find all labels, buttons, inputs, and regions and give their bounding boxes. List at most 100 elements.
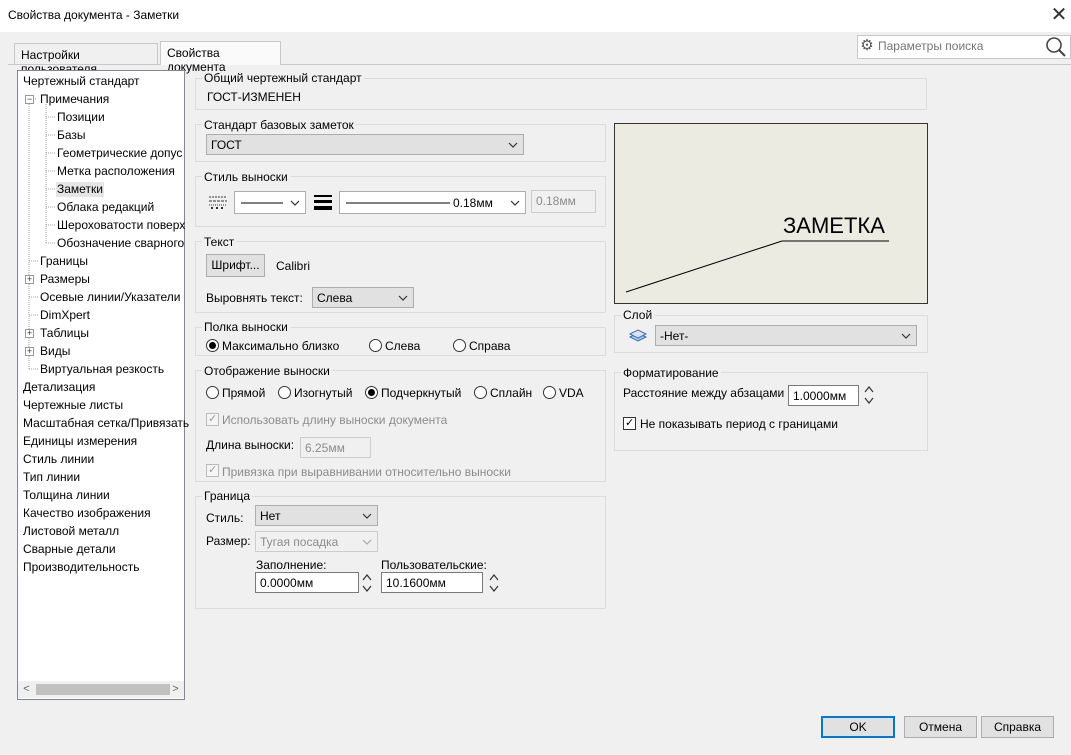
fill-spinner-icon[interactable] bbox=[361, 572, 373, 594]
layer-select[interactable]: -Нет- bbox=[655, 325, 917, 346]
layers-icon bbox=[628, 329, 648, 342]
checkbox-hide-period[interactable]: ✓ bbox=[623, 417, 636, 430]
tree-item-virtual-sharps[interactable]: Виртуальная резкость bbox=[40, 362, 164, 377]
checkbox-use-doc-length[interactable]: ✓ bbox=[206, 413, 219, 426]
tree-item-image-quality[interactable]: Качество изображения bbox=[23, 506, 151, 521]
custom-label: Пользовательские: bbox=[381, 558, 487, 572]
radio-spline-label: Сплайн bbox=[490, 386, 533, 400]
tree-item-surface-finishes[interactable]: Шероховатости поверх bbox=[57, 218, 185, 233]
leader-length-field[interactable]: 6.25мм bbox=[300, 437, 371, 458]
scroll-right-icon[interactable]: > bbox=[167, 681, 184, 698]
tree-item-line-thickness[interactable]: Толщина линии bbox=[23, 488, 110, 503]
ok-button[interactable]: OK bbox=[821, 716, 895, 738]
radio-bent-label: Изогнутый bbox=[294, 386, 353, 400]
checkmark-icon: ✓ bbox=[208, 464, 218, 476]
collapse-icon[interactable]: − bbox=[25, 95, 34, 104]
line-style-select[interactable] bbox=[234, 191, 306, 214]
tree-item-centerlines[interactable]: Осевые линии/Указатели bbox=[40, 290, 180, 305]
gear-icon[interactable]: ⚙ bbox=[858, 36, 876, 56]
note-preview: ЗАМЕТКА bbox=[614, 123, 928, 304]
radio-bent[interactable] bbox=[278, 386, 291, 399]
tree-item-borders[interactable]: Границы bbox=[40, 254, 88, 269]
custom-spinner-icon[interactable] bbox=[488, 572, 500, 594]
radio-shelf-closest[interactable] bbox=[206, 339, 219, 352]
border-label: Граница bbox=[202, 489, 253, 503]
solid-line-icon bbox=[241, 202, 283, 204]
fill-label: Заполнение: bbox=[256, 558, 327, 572]
tree-item-tables[interactable]: Таблицы bbox=[40, 326, 89, 341]
spacing-spinner-icon[interactable] bbox=[863, 384, 875, 406]
line-style-icon bbox=[209, 196, 227, 209]
tab-user-settings[interactable]: Настройки пользователя bbox=[14, 43, 158, 76]
radio-underlined[interactable] bbox=[365, 386, 378, 399]
checkmark-icon: ✓ bbox=[208, 413, 218, 425]
help-button[interactable]: Справка bbox=[981, 716, 1054, 738]
fill-field[interactable]: 0.0000мм bbox=[255, 572, 359, 593]
border-size-label: Размер: bbox=[206, 534, 251, 548]
border-style-value: Нет bbox=[260, 509, 281, 523]
tree-item-annotations[interactable]: Примечания bbox=[40, 92, 109, 107]
tree-item-line-font[interactable]: Тип линии bbox=[23, 470, 80, 485]
scrollbar-thumb[interactable] bbox=[36, 684, 170, 695]
tree-item-performance[interactable]: Производительность bbox=[23, 560, 139, 575]
tree-item-gtol[interactable]: Геометрические допус bbox=[57, 146, 182, 161]
tree-item-dimensions[interactable]: Размеры bbox=[40, 272, 90, 287]
tree-item-datums[interactable]: Базы bbox=[57, 128, 86, 143]
tree-item-drawing-sheets[interactable]: Чертежные листы bbox=[23, 398, 123, 413]
base-standard-value: ГОСТ bbox=[211, 138, 242, 152]
tree-item-sheet-metal[interactable]: Листовой металл bbox=[23, 524, 119, 539]
tree-item-views[interactable]: Виды bbox=[40, 344, 70, 359]
hide-period-label: Не показывать период с границами bbox=[640, 417, 838, 431]
border-style-label: Стиль: bbox=[206, 511, 244, 525]
font-button[interactable]: Шрифт... bbox=[206, 254, 265, 277]
general-standard-label: Общий чертежный стандарт bbox=[202, 71, 364, 85]
radio-vda[interactable] bbox=[543, 386, 556, 399]
custom-field[interactable]: 10.1600мм bbox=[381, 572, 483, 593]
radio-shelf-left[interactable] bbox=[369, 339, 382, 352]
tree-item-location-label[interactable]: Метка расположения bbox=[57, 164, 175, 179]
tree-item-notes[interactable]: Заметки bbox=[56, 182, 104, 197]
search-icon[interactable] bbox=[1044, 35, 1068, 59]
radio-straight[interactable] bbox=[206, 386, 219, 399]
tree-item-grid-snap[interactable]: Масштабная сетка/Привязать bbox=[23, 416, 189, 431]
tree-item-drafting-standard[interactable]: Чертежный стандарт bbox=[23, 74, 140, 89]
window-title: Свойства документа - Заметки bbox=[8, 8, 180, 22]
close-icon[interactable]: ✕ bbox=[1048, 3, 1070, 27]
paragraph-spacing-label: Расстояние между абзацами bbox=[623, 386, 785, 400]
paragraph-spacing-field[interactable]: 1.0000мм bbox=[788, 385, 859, 406]
base-standard-select[interactable]: ГОСТ bbox=[206, 134, 524, 155]
tree-item-revision-clouds[interactable]: Облака редакций bbox=[57, 200, 154, 215]
radio-spline[interactable] bbox=[474, 386, 487, 399]
radio-shelf-right[interactable] bbox=[453, 339, 466, 352]
expand-icon[interactable]: + bbox=[25, 275, 34, 284]
tree-item-dimxpert[interactable]: DimXpert bbox=[40, 308, 90, 323]
tab-document-properties[interactable]: Свойства документа bbox=[160, 41, 281, 74]
preview-note-text: ЗАМЕТКА bbox=[783, 213, 885, 238]
tree-item-weld-symbols[interactable]: Обозначение сварного bbox=[57, 236, 184, 251]
radio-vda-label: VDA bbox=[559, 386, 584, 400]
search-input[interactable] bbox=[878, 37, 1038, 55]
custom-thickness-field[interactable]: 0.18мм bbox=[531, 190, 596, 213]
border-size-select[interactable]: Тугая посадка bbox=[255, 531, 378, 552]
expand-icon[interactable]: + bbox=[25, 329, 34, 338]
chevron-down-icon bbox=[398, 295, 408, 301]
tree-item-line-style[interactable]: Стиль линии bbox=[23, 452, 94, 467]
tree-item-weldments[interactable]: Сварные детали bbox=[23, 542, 116, 557]
snap-label: Привязка при выравнивании относительно в… bbox=[222, 465, 511, 479]
align-text-select[interactable]: Слева bbox=[312, 287, 414, 308]
tree-item-balloons[interactable]: Позиции bbox=[57, 110, 105, 125]
border-style-select[interactable]: Нет bbox=[255, 505, 378, 526]
tree-item-units[interactable]: Единицы измерения bbox=[23, 434, 137, 449]
checkmark-icon: ✓ bbox=[625, 417, 635, 429]
scroll-left-icon[interactable]: < bbox=[18, 681, 35, 698]
expand-icon[interactable]: + bbox=[25, 347, 34, 356]
line-thickness-icon bbox=[314, 195, 332, 210]
line-thickness-select[interactable]: 0.18мм bbox=[339, 191, 526, 214]
align-text-label: Выровнять текст: bbox=[206, 291, 303, 305]
layer-value: -Нет- bbox=[660, 329, 689, 343]
chevron-down-icon bbox=[510, 200, 520, 206]
checkbox-snap[interactable]: ✓ bbox=[206, 464, 219, 477]
leader-shelf-label: Полка выноски bbox=[202, 320, 290, 334]
cancel-button[interactable]: Отмена bbox=[904, 716, 977, 738]
tree-item-detailing[interactable]: Детализация bbox=[23, 380, 95, 395]
